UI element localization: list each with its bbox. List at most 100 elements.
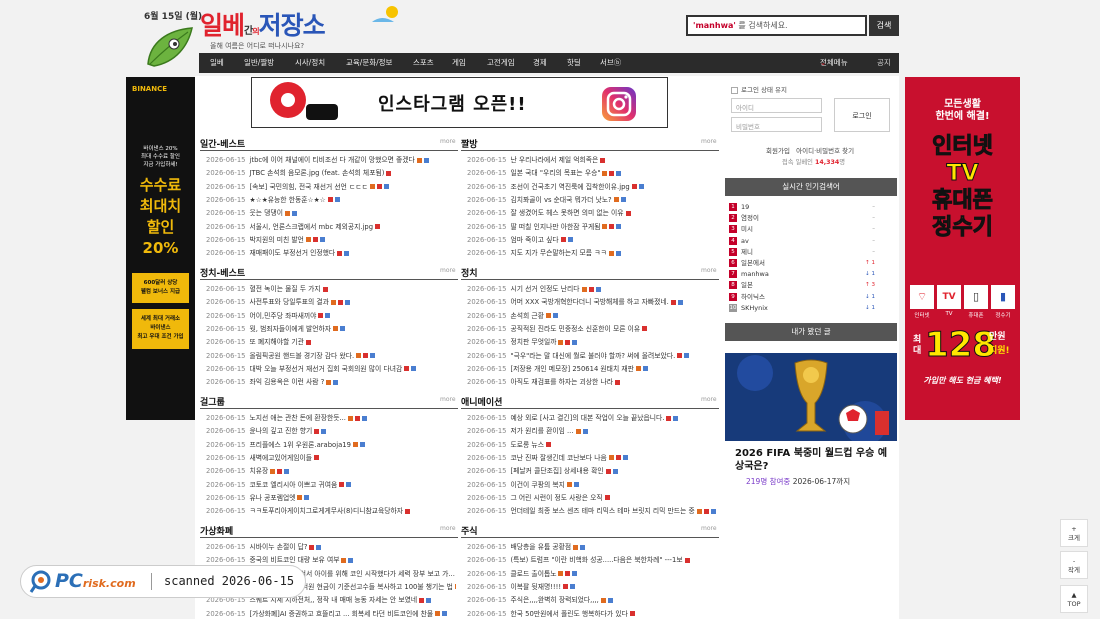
list-item[interactable]: 2026-06-15 공직적된 진라도 민중정소 신훈한이 모른 이유 [467,323,717,336]
id-field[interactable]: 아이디 [731,98,822,113]
rank-item[interactable]: 3 미시 – [729,224,893,235]
list-item[interactable]: 2026-06-15 언더테일 최종 보스 센즈 테마 리믹스 테마 브릿지 리믹… [467,505,717,518]
find-account-link[interactable]: 아이디·비밀번호 찾기 [796,147,854,155]
section-title[interactable]: 주식 [461,524,478,537]
list-item[interactable]: 2026-06-15 저가 원리를 환이임 ... [467,425,717,438]
list-item[interactable]: 2026-06-15 좌익 김용옥은 이런 사람 ? [206,376,456,389]
list-item[interactable]: 2026-06-15 조선이 건국초기 역진룩에 집착한이유.jpg [467,181,717,194]
rank-item[interactable]: 7 manhwa ↓ 1 [729,269,893,280]
login-button[interactable]: 로그인 [834,98,890,132]
more-link[interactable]: more [440,138,456,145]
internet-tv-ad[interactable]: 모든생활 한번에 해결! 인터넷 TV 휴대폰 정수기 ⌔ TV ▯ ▮ 인터넷… [905,77,1020,420]
section-title[interactable]: 정치-베스트 [200,266,245,279]
nav-item[interactable]: 일베 [210,53,224,73]
section-title[interactable]: 애니메이션 [461,395,502,408]
nav-item[interactable]: 서브ⓑ [600,53,621,73]
rank-item[interactable]: 6 일본에서 ↑ 1 [729,258,893,269]
more-link[interactable]: more [701,138,717,145]
list-item[interactable]: 2026-06-15 "극우"라는 말 대신에 뭘로 불러야 할까? 써에 올려보… [467,350,717,363]
list-item[interactable]: 2026-06-15 ★☆★유능한 한동훈☆★☆ [206,194,456,207]
list-item[interactable]: 2026-06-15 (특보) 트럼프 "이란 비핵화 성공.....다음은 북한… [467,554,717,567]
nav-item[interactable]: 게임 [452,53,466,73]
password-field[interactable]: 비밀번호 [731,117,822,132]
nav-item[interactable]: 일반/짤방 [244,53,274,73]
section-title[interactable]: 정치 [461,266,478,279]
list-item[interactable]: 2026-06-15 치유장 [206,465,456,478]
list-item[interactable]: 2026-06-15 프리플에스 1위 우원론.araboja19 [206,439,456,452]
list-item[interactable]: 2026-06-15 난 우리나라에서 제일 억희족은 [467,154,717,167]
nav-item[interactable]: 고전게임 [487,53,515,73]
list-item[interactable]: 2026-06-15 아직도 재검표를 하자는 괴상한 나라 [467,376,717,389]
list-item[interactable]: 2026-06-15 그 어린 시런이 정도 사랑은 오직 [467,492,717,505]
more-link[interactable]: more [440,396,456,403]
list-item[interactable]: 2026-06-15 일본 국대 "우리의 목표는 우승" [467,167,717,180]
list-item[interactable]: 2026-06-15 JTBC 손석희 음모론.jpg (feat. 손석희 체포… [206,167,456,180]
rank-item[interactable]: 1 19 – [729,202,893,213]
list-item[interactable]: 2026-06-15 엄마 죽이고 싶다 [467,234,717,247]
list-item[interactable]: 2026-06-15 [저장용 개인 메모장] 250614 원태치 재판 [467,363,717,376]
list-item[interactable]: 2026-06-15 [페날커 콜단조집] 상세내용 확인 [467,465,717,478]
font-bigger-button[interactable]: + 크게 [1060,519,1088,547]
list-item[interactable]: 2026-06-15 클로드 출이톱노 [467,568,717,581]
list-item[interactable]: 2026-06-15 도로롱 뉴스 [467,439,717,452]
rank-item[interactable]: 8 일본 ↑ 3 [729,280,893,291]
more-link[interactable]: more [440,267,456,274]
list-item[interactable]: 2026-06-15 정치판 무엇일까 [467,336,717,349]
list-item[interactable]: 2026-06-15 새벽에고있어게임이들 [206,452,456,465]
nav-item[interactable]: 스포츠 [413,53,434,73]
list-item[interactable]: 2026-06-15 jtbc에 이어 채널에이 티비조선 다 개같이 망했으면 … [206,154,456,167]
list-item[interactable]: 2026-06-15 어머 XXX 국방개혁한다더니 국방해체를 하고 자빠졌네. [467,296,717,309]
list-item[interactable]: 2026-06-15 한국 50만원에서 폴린도 행복하다가 있다 [467,608,717,619]
nav-item[interactable]: 핫딜 [567,53,581,73]
list-item[interactable]: 2026-06-15 손석희 근황 [467,310,717,323]
notice-link[interactable]: 공지 [877,53,891,73]
list-item[interactable]: 2026-06-15 딸 떠칠 인지나만 아한잠 꾸게됨 [467,221,717,234]
list-item[interactable]: 2026-06-15 코난 진짜 잘생긴데 코난보다 나음 [467,452,717,465]
section-title[interactable]: 걸그룹 [200,395,225,408]
list-item[interactable]: 2026-06-15 지도 지가 무슨말하는지 모름 ㅋㅋ [467,247,717,260]
list-item[interactable]: 2026-06-15 서울시, 언론스크랩에서 mbc 제외공지.jpg [206,221,456,234]
more-link[interactable]: more [701,267,717,274]
list-item[interactable]: 2026-06-15 박지원의 미친 발언 [206,234,456,247]
list-item[interactable]: 2026-06-15 ㅋㅋ토푸리아게이치그로게게무사(8)디니참교육당하자 [206,505,456,518]
list-item[interactable]: 2026-06-15 올림픽공원 핸드볼 경기장 감다 왔다. [206,350,456,363]
section-title[interactable]: 가상화폐 [200,524,233,537]
instagram-ad-banner[interactable]: 인스타그램 오픈!! [251,77,668,128]
list-item[interactable]: 2026-06-15 코토코 엘리시아 이쁘고 귀여움 [206,479,456,492]
keep-login-checkbox[interactable]: 로그인 상태 유지 [731,84,787,94]
section-title[interactable]: 짤방 [461,137,478,150]
more-link[interactable]: more [440,525,456,532]
signup-link[interactable]: 회원가입 [766,147,790,155]
nav-item[interactable]: 경제 [533,53,547,73]
list-item[interactable]: 2026-06-15 이복팔 뒷재명!!!! [467,581,717,594]
more-link[interactable]: more [701,396,717,403]
rank-item[interactable]: 9 하이닉스 ↓ 1 [729,292,893,303]
list-item[interactable]: 2026-06-15 혈전 녹이는 물질 두 가지 [206,283,456,296]
list-item[interactable]: 2026-06-15 주식은,,,,완벽히 장력되었다,,,, [467,594,717,607]
rank-item[interactable]: 5 제니 – [729,247,893,258]
list-item[interactable]: 2026-06-15 노지선 애는 관찬 돈에 환장한듯... [206,412,456,425]
list-item[interactable]: 2026-06-15 유나 공포렘업엣 [206,492,456,505]
site-logo[interactable]: 일베간의저장소 [200,6,326,42]
list-item[interactable]: 2026-06-15 잘 생겼어도 헤스 못하면 의미 없는 이유 [467,207,717,220]
section-title[interactable]: 일간-베스트 [200,137,245,150]
rank-item[interactable]: 4 av – [729,236,893,247]
nav-item[interactable]: 시사/정치 [295,53,325,73]
nav-item[interactable]: 교육/문화/정보 [346,53,392,73]
list-item[interactable]: 2026-06-15 [가상화폐]AI 증권하고 흐뜰리고 ... 회복세 타던 … [206,608,456,619]
list-item[interactable]: 2026-06-15 대박 오늘 부정선거 재선거 집회 국회의원 많이 다녀감 [206,363,456,376]
worldcup-poll-image[interactable] [725,353,897,441]
list-item[interactable]: 2026-06-15 재매패이도 부정선거 인정했다 [206,247,456,260]
list-item[interactable]: 2026-06-15 배당층을 유튬 공황점 [467,541,717,554]
binance-ad[interactable]: BINANCE 바이낸스 20% 최대 수수료 할인 지금 가입하세! 수수료 … [126,77,195,420]
list-item[interactable]: 2026-06-15 시바이누 손절이 답? [206,541,456,554]
list-item[interactable]: 2026-06-15 김치퐈골이 vs 순대국 뭐가더 낫노? [467,194,717,207]
list-item[interactable]: 2026-06-15 이건이 쿠팡의 복지 [467,479,717,492]
search-input[interactable]: 'manhwa' 를 검색하세요. [686,15,867,36]
list-item[interactable]: 2026-06-15 시기 선거 인정도 난리다 [467,283,717,296]
list-item[interactable]: 2026-06-15 뭣, 범죄자들이에게 발언하자 [206,323,456,336]
list-item[interactable]: 2026-06-15 [속보] 국민의힘, 전국 재선거 선언 ㄷㄷㄷ [206,181,456,194]
scroll-top-button[interactable]: ▲ TOP [1060,585,1088,613]
font-smaller-button[interactable]: - 작게 [1060,551,1088,579]
list-item[interactable]: 2026-06-15 웃는 댕댕이 [206,207,456,220]
